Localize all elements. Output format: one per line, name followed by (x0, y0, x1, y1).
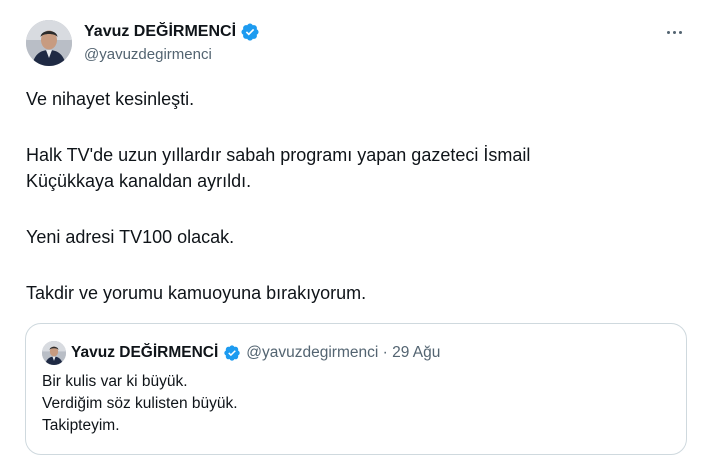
quoted-line: Verdiğim söz kulisten büyük. (42, 395, 238, 412)
tweet-paragraph: Halk TV'de uzun yıllardır sabah programı… (26, 145, 531, 191)
more-dot-icon (678, 30, 682, 34)
more-dot-icon (666, 30, 670, 34)
tweet-paragraph: Ve nihayet kesinleşti. (26, 89, 195, 109)
quoted-handle-date: @yavuzdegirmenci · 29 Ağu (246, 344, 441, 361)
avatar-photo-icon (42, 341, 66, 365)
verified-badge-icon[interactable] (240, 22, 260, 42)
quoted-line: Takipteyim. (42, 417, 120, 434)
author-name-row: Yavuz DEĞİRMENCİ (84, 22, 260, 42)
avatar-photo-icon (26, 20, 72, 66)
tweet-paragraph: Yeni adresi TV100 olacak. (26, 227, 235, 247)
quoted-line: Bir kulis var ki büyük. (42, 373, 188, 390)
author-name[interactable]: Yavuz DEĞİRMENCİ (84, 23, 236, 41)
more-dot-icon (672, 30, 676, 34)
verified-badge-icon (224, 345, 240, 361)
tweet-paragraph: Takdir ve yorumu kamuoyuna bırakıyorum. (26, 283, 367, 303)
more-options-button[interactable] (660, 22, 688, 42)
quoted-tweet-header: Yavuz DEĞİRMENCİ @yavuzdegirmenci · 29 A… (42, 341, 440, 365)
quoted-tweet[interactable]: Yavuz DEĞİRMENCİ @yavuzdegirmenci · 29 A… (25, 323, 687, 455)
author-handle[interactable]: @yavuzdegirmenci (84, 46, 212, 63)
quoted-author-name: Yavuz DEĞİRMENCİ (71, 344, 219, 361)
tweet-card: Yavuz DEĞİRMENCİ @yavuzdegirmenci Ve nih… (0, 0, 702, 467)
quoted-author-avatar (42, 341, 66, 365)
quoted-tweet-text: Bir kulis var ki büyük. Verdiğim söz kul… (42, 371, 238, 437)
author-avatar[interactable] (26, 20, 72, 66)
tweet-text: Ve nihayet kesinleşti. Halk TV'de uzun y… (26, 86, 676, 306)
